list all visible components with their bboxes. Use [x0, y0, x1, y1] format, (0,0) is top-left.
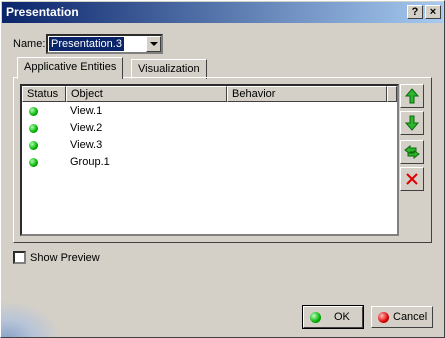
ok-label: OK — [334, 311, 350, 323]
cancel-button[interactable]: Cancel — [371, 306, 433, 328]
tab-applicative-entities[interactable]: Applicative Entities — [17, 57, 124, 79]
replace-icon — [404, 144, 420, 160]
delete-icon — [406, 173, 418, 185]
column-header-object[interactable]: Object — [66, 86, 227, 102]
entities-list[interactable]: Status Object Behavior View.1 View.2 Vie… — [20, 84, 399, 236]
tab-visualization[interactable]: Visualization — [131, 59, 207, 79]
object-name: View.2 — [70, 122, 103, 134]
help-button[interactable]: ? — [407, 5, 423, 19]
show-preview-label: Show Preview — [30, 252, 100, 264]
list-row[interactable]: View.2 — [22, 120, 397, 137]
status-green-icon — [29, 158, 38, 167]
list-row[interactable]: View.1 — [22, 103, 397, 120]
move-down-button[interactable] — [400, 111, 424, 135]
dropdown-arrow-icon[interactable] — [146, 36, 161, 52]
object-name: Group.1 — [70, 156, 110, 168]
column-header-filler — [387, 86, 397, 102]
column-header-behavior[interactable]: Behavior — [227, 86, 387, 102]
move-down-icon — [404, 115, 420, 131]
close-button[interactable]: × — [425, 5, 441, 19]
object-name: View.3 — [70, 139, 103, 151]
corner-decoration — [1, 301, 61, 337]
status-green-icon — [29, 107, 38, 116]
column-header-status[interactable]: Status — [22, 86, 66, 102]
list-row[interactable]: View.3 — [22, 137, 397, 154]
move-up-icon — [404, 88, 420, 104]
presentation-dialog: Presentation ? × Name: Presentation.3 Ap… — [0, 0, 445, 338]
object-name: View.1 — [70, 105, 103, 117]
list-row[interactable]: Group.1 — [22, 154, 397, 171]
move-up-button[interactable] — [400, 84, 424, 108]
cancel-label: Cancel — [393, 311, 428, 323]
ok-green-icon — [310, 312, 321, 323]
delete-button[interactable] — [400, 167, 424, 191]
name-label: Name: — [13, 38, 46, 50]
status-green-icon — [29, 124, 38, 133]
status-green-icon — [29, 141, 38, 150]
show-preview-checkbox[interactable] — [13, 251, 26, 264]
title-bar: Presentation ? × — [2, 2, 443, 23]
name-value: Presentation.3 — [49, 37, 124, 51]
replace-button[interactable] — [400, 140, 424, 164]
window-title: Presentation — [6, 5, 79, 19]
ok-button[interactable]: OK — [302, 305, 364, 329]
cancel-red-icon — [378, 312, 389, 323]
name-combobox[interactable]: Presentation.3 — [46, 34, 163, 54]
